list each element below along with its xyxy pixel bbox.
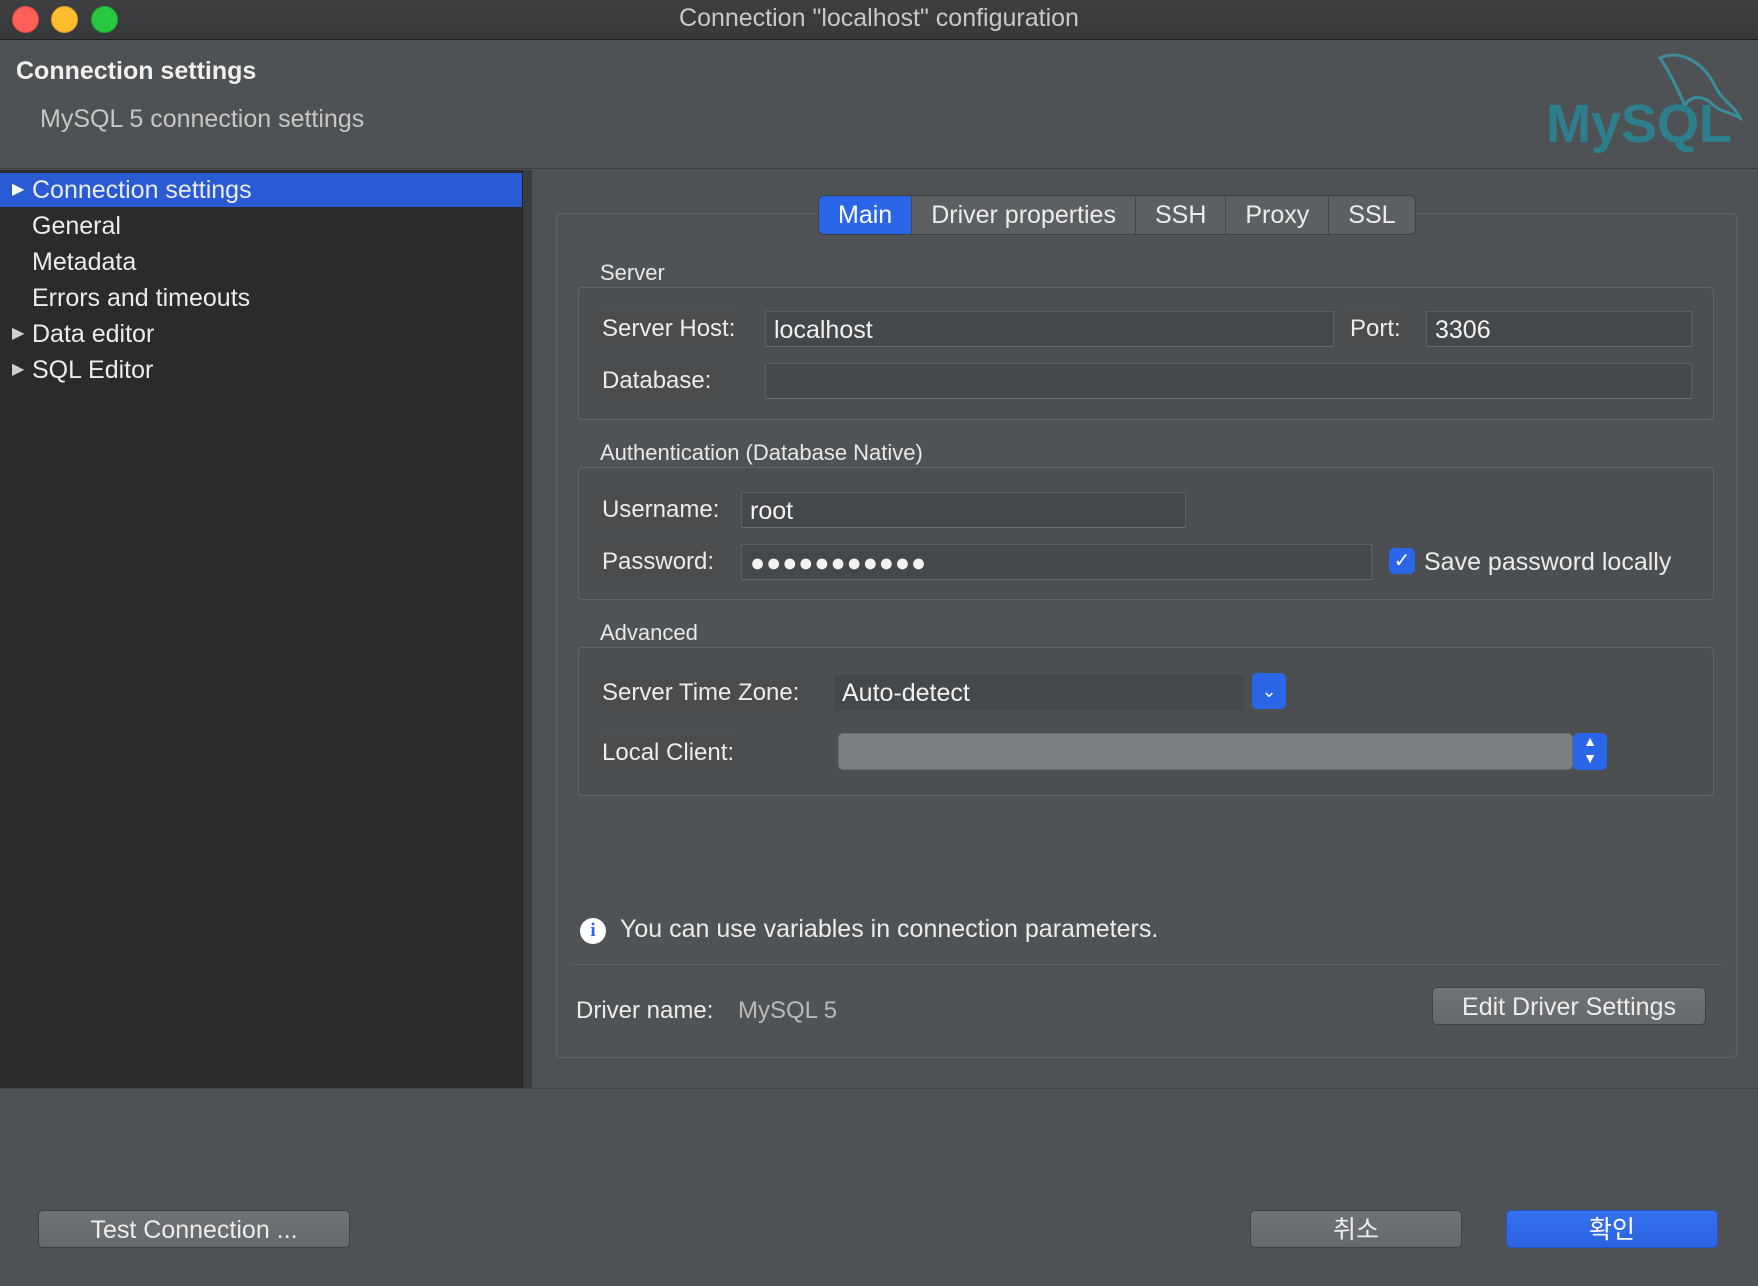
password-label: Password: [596, 544, 721, 580]
page-subtitle: MySQL 5 connection settings [40, 105, 365, 133]
tree-item-label: General [32, 212, 121, 240]
tree-item-errors-timeouts[interactable]: Errors and timeouts [0, 281, 522, 315]
tree-item-metadata[interactable]: Metadata [0, 245, 522, 279]
local-client-label: Local Client: [596, 735, 741, 771]
divider [572, 964, 1722, 965]
pane-splitter[interactable] [523, 170, 532, 1088]
driver-name-value: MySQL 5 [738, 997, 838, 1024]
tree-item-data-editor[interactable]: ▶ Data editor [0, 317, 522, 351]
ok-button[interactable]: 확인 [1506, 1210, 1718, 1248]
info-icon: i [580, 918, 606, 944]
footer-divider [0, 1088, 1758, 1089]
driver-name-label: Driver name: [576, 997, 714, 1024]
auth-group-label: Authentication (Database Native) [600, 440, 923, 465]
advanced-group [578, 647, 1714, 796]
tab-driver-properties[interactable]: Driver properties [912, 196, 1136, 234]
tab-main[interactable]: Main [819, 196, 913, 234]
test-connection-button[interactable]: Test Connection ... [38, 1210, 350, 1248]
server-host-label: Server Host: [596, 311, 742, 347]
info-text: You can use variables in connection para… [620, 915, 1159, 943]
tree-item-sql-editor[interactable]: ▶ SQL Editor [0, 353, 522, 387]
tree-item-label: Data editor [32, 320, 155, 348]
tree-item-label: SQL Editor [32, 356, 154, 384]
tree-item-connection-settings[interactable]: ▶ Connection settings [0, 173, 522, 207]
save-password-checkbox[interactable]: ✓ [1389, 548, 1415, 574]
advanced-group-label: Advanced [600, 620, 698, 645]
server-group-label: Server [600, 260, 665, 285]
database-input[interactable] [765, 363, 1692, 399]
timezone-label: Server Time Zone: [596, 675, 806, 711]
tab-ssl[interactable]: SSL [1329, 196, 1415, 234]
expand-arrow-icon[interactable]: ▶ [12, 173, 28, 207]
page-title: Connection settings [16, 57, 257, 85]
tree-item-general[interactable]: General [0, 209, 522, 243]
tree-item-label: Connection settings [32, 176, 252, 204]
expand-arrow-icon[interactable]: ▶ [12, 353, 28, 387]
save-password-label[interactable]: Save password locally [1418, 544, 1677, 580]
tab-proxy[interactable]: Proxy [1226, 196, 1330, 234]
server-group [578, 287, 1714, 420]
mysql-logo: MySQL [1546, 53, 1744, 154]
port-label: Port: [1344, 311, 1407, 347]
dialog-header: Connection settings MySQL 5 connection s… [0, 40, 1758, 169]
tree-item-label: Errors and timeouts [32, 284, 251, 312]
stepper-arrows-icon[interactable]: ▲ ▼ [1573, 733, 1607, 770]
auth-group [578, 467, 1714, 600]
username-label: Username: [596, 492, 726, 528]
tab-bar: Main Driver properties SSH Proxy SSL [818, 195, 1416, 235]
server-host-input[interactable]: localhost [765, 311, 1334, 347]
expand-arrow-icon[interactable]: ▶ [12, 317, 28, 351]
local-client-select[interactable] [838, 733, 1573, 770]
tree-item-label: Metadata [32, 248, 137, 276]
password-input[interactable]: ●●●●●●●●●●● [741, 544, 1372, 580]
edit-driver-settings-button[interactable]: Edit Driver Settings [1432, 987, 1706, 1025]
svg-text:MySQL: MySQL [1546, 94, 1732, 154]
settings-tree: ▶ Connection settings General Metadata E… [0, 170, 523, 1088]
cancel-button[interactable]: 취소 [1250, 1210, 1462, 1248]
window-title: Connection "localhost" configuration [679, 4, 1079, 32]
database-label: Database: [596, 363, 718, 399]
username-input[interactable]: root [741, 492, 1186, 528]
port-input[interactable]: 3306 [1426, 311, 1692, 347]
tab-ssh[interactable]: SSH [1135, 196, 1227, 234]
timezone-select[interactable]: Auto-detect [834, 675, 1244, 711]
title-bar: Connection "localhost" configuration [0, 0, 1758, 40]
chevron-down-icon[interactable]: ⌄ [1252, 673, 1286, 709]
